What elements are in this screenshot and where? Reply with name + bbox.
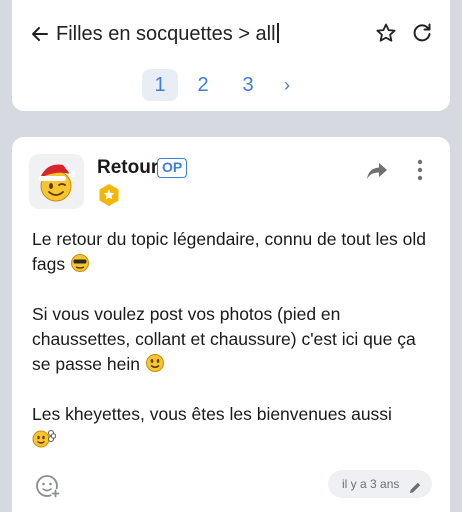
add-reaction-icon[interactable] bbox=[35, 473, 61, 499]
topic-title: Filles en socquettes > all bbox=[56, 21, 279, 47]
op-badge: OP bbox=[157, 158, 188, 178]
page-button-2[interactable]: 2 bbox=[185, 69, 221, 101]
post-body: Le retour du topic légendaire, connu de … bbox=[32, 227, 432, 452]
post-paragraph: Si vous voulez post vos photos (pied en … bbox=[32, 304, 416, 374]
post-paragraph: Les kheyettes, vous êtes les bienvenues … bbox=[32, 404, 392, 424]
refresh-icon[interactable] bbox=[410, 21, 434, 45]
post-card: Retour OP Le retour du topic légendaire,… bbox=[12, 137, 450, 512]
timestamp-pill[interactable]: il y a 3 ans bbox=[328, 470, 432, 498]
avatar[interactable] bbox=[29, 154, 84, 209]
page-button-3[interactable]: 3 bbox=[230, 69, 266, 101]
post-timestamp: il y a 3 ans bbox=[342, 477, 400, 491]
author-name[interactable]: Retour bbox=[97, 157, 158, 179]
share-icon[interactable] bbox=[365, 161, 389, 181]
star-outline-icon[interactable] bbox=[374, 21, 398, 45]
rank-star-icon bbox=[97, 183, 121, 207]
post-emoji-line bbox=[32, 427, 432, 452]
title-bar: Filles en socquettes > all bbox=[12, 20, 450, 48]
page-button-1[interactable]: 1 bbox=[142, 69, 178, 101]
post-paragraph: Le retour du topic légendaire, connu de … bbox=[32, 229, 427, 274]
smiley-icon bbox=[145, 353, 165, 373]
pencil-icon bbox=[408, 477, 422, 493]
flower-smiley-icon bbox=[32, 428, 57, 448]
topic-header-card: Filles en socquettes > all 1 2 3 › bbox=[12, 0, 450, 111]
sunglasses-smiley-icon bbox=[70, 253, 90, 273]
arrow-left-icon[interactable] bbox=[30, 22, 50, 46]
text-cursor bbox=[276, 23, 279, 43]
more-options-icon[interactable] bbox=[414, 158, 426, 182]
chevron-right-icon[interactable]: › bbox=[274, 69, 300, 101]
